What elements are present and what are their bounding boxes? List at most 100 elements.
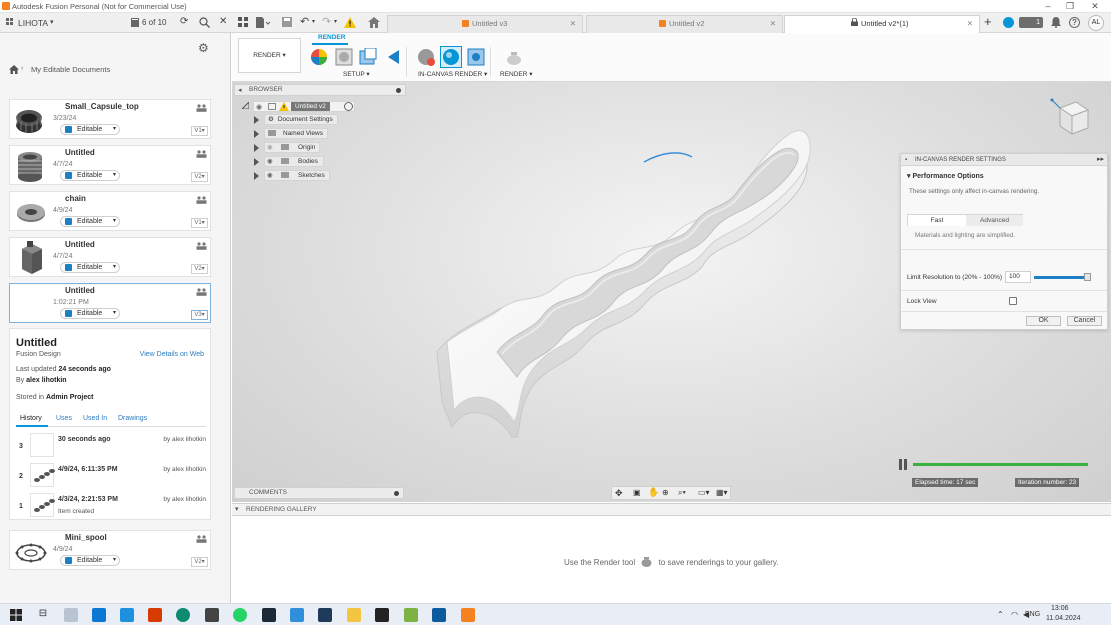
- language-indicator[interactable]: ENG: [1025, 611, 1040, 618]
- save-icon[interactable]: [282, 17, 292, 27]
- tab-render[interactable]: RENDER: [318, 34, 345, 41]
- undo-dropdown-icon[interactable]: ▾: [312, 18, 315, 25]
- browser-item-origin[interactable]: ◉ Origin: [264, 142, 320, 153]
- version-select[interactable]: V1▾: [191, 218, 208, 228]
- history-row[interactable]: 2 4/9/24, 6:11:35 PM by alex lihotkin: [16, 463, 206, 493]
- view-cube[interactable]: [1048, 96, 1094, 142]
- tab-fast[interactable]: Fast: [908, 215, 966, 226]
- eye-icon[interactable]: ◉: [256, 103, 262, 112]
- wifi-icon[interactable]: ◠: [1011, 610, 1018, 619]
- resolution-slider[interactable]: [1034, 273, 1091, 281]
- app-icon[interactable]: [404, 608, 418, 622]
- zoom-window-icon[interactable]: ⊕: [662, 488, 669, 497]
- store-icon[interactable]: [92, 608, 106, 622]
- file-name[interactable]: chain: [65, 194, 86, 203]
- rendering-gallery-header[interactable]: ▾ RENDERING GALLERY: [232, 503, 1111, 516]
- close-panel-icon[interactable]: ✕: [219, 16, 227, 27]
- list-item[interactable]: Untitled 4/7/24 Editable ▾ V2▾: [9, 237, 211, 277]
- expand-dialog-icon[interactable]: ▸▸: [1097, 154, 1104, 166]
- data-panel-grid-icon[interactable]: [238, 17, 249, 28]
- workspace-switcher[interactable]: RENDER ▾: [238, 38, 301, 73]
- pin-icon[interactable]: [394, 491, 399, 496]
- help-icon[interactable]: ?: [1069, 17, 1080, 28]
- steam-icon[interactable]: [262, 608, 276, 622]
- pan-icon[interactable]: ✋: [648, 487, 659, 498]
- app-icon[interactable]: [148, 608, 162, 622]
- close-tab-icon[interactable]: ✕: [770, 16, 776, 32]
- version-select[interactable]: V2▾: [191, 264, 208, 274]
- decal-icon[interactable]: [385, 48, 403, 66]
- lock-view-checkbox[interactable]: [1009, 297, 1017, 305]
- setup-menu[interactable]: SETUP ▾: [343, 70, 370, 78]
- tab-untitled-v3[interactable]: Untitled v3 ✕: [387, 15, 583, 33]
- redo-dropdown-icon[interactable]: ▾: [334, 18, 337, 25]
- file-name[interactable]: Untitled: [65, 240, 95, 249]
- in-canvas-render-icon[interactable]: [440, 46, 462, 68]
- pause-icon[interactable]: [898, 458, 910, 471]
- people-icon[interactable]: [196, 242, 207, 250]
- edge-icon[interactable]: [176, 608, 190, 622]
- list-item[interactable]: chain 4/9/24 Editable ▾ V1▾: [9, 191, 211, 231]
- status-dropdown[interactable]: Editable ▾: [60, 216, 120, 227]
- close-tab-icon[interactable]: ✕: [570, 16, 576, 32]
- app-icon[interactable]: [318, 608, 332, 622]
- windows-start-icon[interactable]: [10, 609, 22, 621]
- app-icon[interactable]: [290, 608, 304, 622]
- app-icon[interactable]: [205, 608, 219, 622]
- version-select[interactable]: V3▾: [191, 310, 208, 320]
- section-performance-options[interactable]: ▾ Performance Options: [907, 172, 984, 180]
- team-name[interactable]: LIHOTA: [18, 18, 48, 28]
- version-select[interactable]: V2▾: [191, 557, 208, 567]
- refresh-icon[interactable]: ⟳: [180, 16, 188, 27]
- browser-item-bodies[interactable]: ◉ Bodies: [264, 156, 324, 167]
- history-row[interactable]: 1 4/3/24, 2:21:53 PM by alex lihotkin It…: [16, 493, 206, 523]
- status-dropdown[interactable]: Editable ▾: [60, 308, 120, 319]
- expand-icon[interactable]: [254, 144, 259, 152]
- app-icon[interactable]: [432, 608, 446, 622]
- render-stop-icon[interactable]: [417, 48, 435, 66]
- cancel-button[interactable]: Cancel: [1067, 316, 1102, 326]
- capture-image-icon[interactable]: [467, 48, 485, 66]
- root-component-label[interactable]: Untitled v2: [291, 102, 330, 111]
- browser-panel-header[interactable]: ◂ BROWSER: [234, 84, 406, 96]
- redo-icon[interactable]: ↷: [322, 15, 331, 28]
- tab-drawings[interactable]: Drawings: [118, 415, 147, 422]
- dialog-header[interactable]: ▪ IN-CANVAS RENDER SETTINGS ▸▸: [901, 154, 1107, 166]
- tab-used-in[interactable]: Used In: [83, 415, 107, 422]
- people-icon[interactable]: [196, 150, 207, 158]
- document-count[interactable]: 6 of 10: [142, 18, 166, 27]
- list-item[interactable]: Untitled 4/7/24 Editable ▾ V2▾: [9, 145, 211, 185]
- version-select[interactable]: V2▾: [191, 172, 208, 182]
- home-icon[interactable]: [9, 65, 19, 74]
- zoom-icon[interactable]: ⌕▾: [678, 488, 686, 498]
- search-icon[interactable]: [199, 17, 210, 28]
- clock-date[interactable]: 11.04.2024: [1046, 615, 1081, 622]
- tab-uses[interactable]: Uses: [56, 415, 72, 422]
- status-dropdown[interactable]: Editable ▾: [60, 262, 120, 273]
- list-item[interactable]: Mini_spool 4/9/24 Editable ▾ V2▾: [9, 530, 211, 570]
- job-status-icon[interactable]: [1003, 17, 1014, 28]
- notification-badge[interactable]: 1: [1019, 17, 1043, 28]
- in-canvas-render-menu[interactable]: IN-CANVAS RENDER ▾: [418, 70, 487, 78]
- appearance-icon[interactable]: [310, 48, 328, 66]
- tray-overflow-icon[interactable]: ⌃: [997, 610, 1004, 619]
- new-tab-icon[interactable]: +: [984, 14, 992, 29]
- team-dropdown-icon[interactable]: ▾: [50, 18, 54, 26]
- version-select[interactable]: V1▾: [191, 126, 208, 136]
- render-menu[interactable]: RENDER ▾: [500, 70, 533, 78]
- minimize-icon[interactable]: –: [1038, 1, 1058, 12]
- pin-icon[interactable]: [396, 88, 401, 93]
- file-name[interactable]: Mini_spool: [65, 533, 107, 542]
- whatsapp-icon[interactable]: [233, 608, 247, 622]
- expand-icon[interactable]: [254, 172, 259, 180]
- resolution-input[interactable]: 100: [1005, 271, 1031, 283]
- ok-button[interactable]: OK: [1026, 316, 1061, 326]
- file-explorer-icon[interactable]: [347, 608, 361, 622]
- bell-icon[interactable]: [1051, 17, 1061, 28]
- fusion-taskbar-icon[interactable]: [461, 608, 475, 622]
- browser-root[interactable]: ◉ Untitled v2: [253, 101, 355, 112]
- tab-advanced[interactable]: Advanced: [966, 215, 1023, 226]
- history-row[interactable]: 3 30 seconds ago by alex lihotkin: [16, 433, 206, 463]
- status-dropdown[interactable]: Editable ▾: [60, 124, 120, 135]
- home-tab-icon[interactable]: [368, 17, 380, 28]
